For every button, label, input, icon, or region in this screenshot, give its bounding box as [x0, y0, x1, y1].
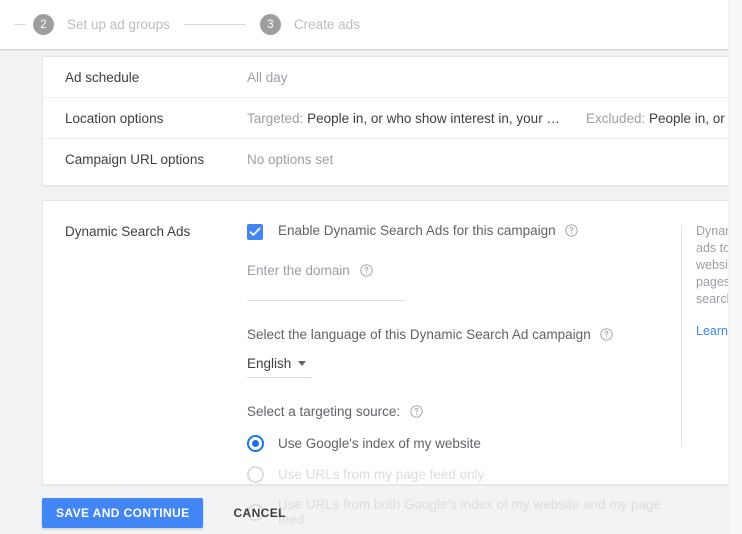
- help-circle-icon[interactable]: [410, 405, 423, 421]
- row-label: Location options: [65, 110, 164, 126]
- language-select[interactable]: English: [247, 356, 311, 378]
- radio-label: Use URLs from my page feed only: [278, 467, 485, 482]
- checkmark-icon: [249, 227, 261, 236]
- form-actions: SAVE AND CONTINUE CANCEL: [42, 498, 292, 528]
- domain-caption-text: Enter the domain: [247, 263, 350, 278]
- targeted-prefix: Targeted:: [247, 110, 304, 126]
- learn-more-link[interactable]: Learn more: [696, 324, 728, 338]
- help-circle-icon[interactable]: [600, 328, 614, 344]
- stepper: 2 Set up ad groups 3 Create ads: [14, 14, 360, 35]
- save-and-continue-button[interactable]: SAVE AND CONTINUE: [42, 498, 204, 528]
- dsa-help-panel: Dynamic Search Ads show relevant ads to …: [682, 223, 728, 484]
- chevron-down-icon: [298, 361, 307, 366]
- enable-dsa-label: Enable Dynamic Search Ads for this campa…: [278, 223, 579, 240]
- step-label: Set up ad groups: [67, 17, 170, 32]
- row-value: Targeted: People in, or who show interes…: [247, 111, 728, 126]
- radio-option-page-feed-only: Use URLs from my page feed only: [247, 466, 671, 483]
- help-circle-icon[interactable]: [359, 264, 373, 280]
- language-caption-text: Select the language of this Dynamic Sear…: [247, 327, 591, 342]
- dynamic-search-ads-card: Dynamic Search Ads Enable Dynamic Search…: [42, 200, 728, 527]
- row-value: All day: [247, 69, 288, 85]
- enable-dsa-label-text: Enable Dynamic Search Ads for this campa…: [278, 223, 556, 238]
- step-label: Create ads: [293, 17, 360, 32]
- viewport-right-edge: [728, 0, 742, 534]
- campaign-setup-stepper-header: 2 Set up ad groups 3 Create ads: [0, 0, 728, 49]
- stepper-connector-line: [183, 24, 246, 25]
- radio-option-google-index[interactable]: Use Google's index of my website: [247, 435, 671, 452]
- help-panel-text: Dynamic Search Ads show relevant ads to …: [696, 224, 728, 306]
- campaign-settings-card: Ad schedule All day Location options Tar…: [42, 56, 728, 186]
- radio-option-both-sources: Use URLs from both Google's index of my …: [247, 497, 671, 527]
- language-select-value: English: [247, 356, 292, 371]
- header-divider-shadow: [0, 49, 728, 52]
- settings-scroll-area[interactable]: Ad schedule All day Location options Tar…: [0, 52, 728, 534]
- step-number-badge: 3: [259, 14, 281, 35]
- table-row-location-options[interactable]: Location options Targeted: People in, or…: [43, 98, 728, 139]
- enable-dsa-checkbox-row[interactable]: Enable Dynamic Search Ads for this campa…: [247, 223, 671, 240]
- targeted-value: People in, or who show interest in, your…: [307, 110, 560, 126]
- dsa-fields: Enable Dynamic Search Ads for this campa…: [247, 223, 671, 527]
- table-row-campaign-url-options[interactable]: Campaign URL options No options set: [43, 139, 728, 180]
- stepper-step-2[interactable]: 2 Set up ad groups: [33, 14, 170, 35]
- location-excluded-group: Excluded: People in, or who sh: [586, 111, 728, 126]
- step-number-badge: 2: [33, 14, 54, 35]
- excluded-value: People in, or who sh: [649, 110, 728, 126]
- help-circle-icon[interactable]: [565, 224, 579, 240]
- radio-button[interactable]: [247, 435, 264, 452]
- targeting-source-caption-text: Select a targeting source:: [247, 404, 401, 419]
- dsa-section-label: Dynamic Search Ads: [65, 224, 191, 239]
- row-label: Campaign URL options: [65, 152, 205, 167]
- row-label: Ad schedule: [65, 69, 140, 85]
- radio-button: [247, 466, 264, 483]
- radio-label: Use Google's index of my website: [278, 436, 481, 451]
- stepper-step-3[interactable]: 3 Create ads: [259, 14, 360, 35]
- cancel-button[interactable]: CANCEL: [227, 498, 291, 528]
- stepper-lead-line: [14, 24, 26, 25]
- excluded-prefix: Excluded:: [585, 110, 646, 126]
- table-row-ad-schedule[interactable]: Ad schedule All day: [43, 57, 728, 98]
- domain-field-caption: Enter the domain: [247, 263, 671, 280]
- enable-dsa-checkbox[interactable]: [247, 223, 263, 240]
- radio-label: Use URLs from both Google's index of my …: [278, 497, 662, 527]
- targeting-source-caption: Select a targeting source:: [247, 404, 671, 421]
- location-targeted-group: Targeted: People in, or who show interes…: [247, 111, 560, 126]
- dsa-card-inner: Dynamic Search Ads Enable Dynamic Search…: [43, 201, 728, 527]
- row-value: No options set: [247, 152, 334, 167]
- domain-input[interactable]: [247, 300, 405, 301]
- language-caption: Select the language of this Dynamic Sear…: [247, 327, 671, 344]
- app-screen: 2 Set up ad groups 3 Create ads Ad sched…: [0, 0, 742, 534]
